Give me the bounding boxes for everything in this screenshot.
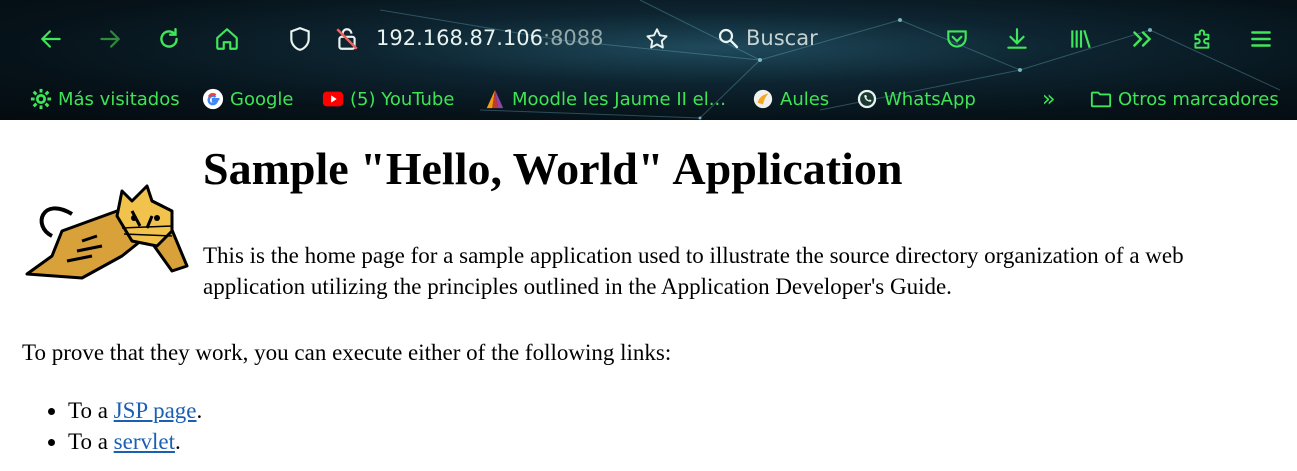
search-box[interactable]: Buscar <box>716 26 818 50</box>
bookmark-label: Google <box>230 88 294 110</box>
double-chevron-right-icon: » <box>1042 86 1056 112</box>
bookmark-google[interactable]: Google <box>202 86 293 112</box>
star-icon <box>646 28 668 49</box>
arrow-left-icon <box>40 30 61 48</box>
library-icon <box>1071 30 1091 48</box>
home-button[interactable] <box>210 22 244 56</box>
double-chevron-right-icon <box>1133 31 1152 47</box>
browser-chrome: 192.168.87.106:8088 Buscar Más visitados… <box>0 0 1297 120</box>
url-host: 192.168.87.106 <box>376 26 543 50</box>
site-security-button[interactable] <box>330 22 364 56</box>
bookmark-label: Otros marcadores <box>1118 88 1279 110</box>
forward-button[interactable] <box>93 22 127 56</box>
navigation-toolbar: 192.168.87.106:8088 Buscar <box>0 0 1297 78</box>
more-bookmarks-button[interactable]: » <box>1042 86 1055 112</box>
whatsapp-icon <box>856 88 878 110</box>
intro-paragraph: This is the home page for a sample appli… <box>203 243 1184 299</box>
link-suffix: . <box>196 398 203 423</box>
back-button[interactable] <box>34 22 68 56</box>
extensions-button[interactable] <box>1186 22 1220 56</box>
bookmark-label: WhatsApp <box>884 88 976 110</box>
bookmark-moodle[interactable]: Moodle Ies Jaume II el... <box>484 86 726 112</box>
search-icon <box>718 28 739 49</box>
bookmark-youtube[interactable]: (5) YouTube <box>322 86 454 112</box>
google-icon <box>202 88 224 110</box>
bookmark-aules[interactable]: Aules <box>752 86 829 112</box>
shield-icon <box>290 27 310 51</box>
arrow-right-icon <box>100 30 121 48</box>
bookmark-label: Aules <box>780 88 830 110</box>
address-bar-url[interactable]: 192.168.87.106:8088 <box>376 26 604 50</box>
tracking-protection-button[interactable] <box>283 22 317 56</box>
main-menu-button[interactable] <box>1244 22 1278 56</box>
pocket-button[interactable] <box>940 22 974 56</box>
puzzle-icon <box>1194 29 1210 49</box>
moodle-icon <box>484 88 506 110</box>
gear-icon <box>30 88 52 110</box>
link-suffix: . <box>174 429 181 454</box>
overflow-menu-button[interactable] <box>1125 22 1159 56</box>
servlet-link[interactable]: servlet <box>114 429 175 454</box>
aules-icon <box>752 88 774 110</box>
downloads-button[interactable] <box>1000 22 1034 56</box>
hamburger-menu-icon <box>1251 31 1271 47</box>
youtube-icon <box>322 88 344 110</box>
library-button[interactable] <box>1064 22 1098 56</box>
bookmark-whatsapp[interactable]: WhatsApp <box>856 86 976 112</box>
bookmark-label: Moodle Ies Jaume II el... <box>512 88 726 110</box>
url-port: :8088 <box>543 26 604 50</box>
link-prefix: To a <box>68 429 114 454</box>
download-icon <box>1007 28 1027 49</box>
folder-icon <box>1090 88 1112 110</box>
bookmark-star-button[interactable] <box>640 22 674 56</box>
bookmark-most-visited[interactable]: Más visitados <box>30 86 180 112</box>
reload-button[interactable] <box>152 22 186 56</box>
tomcat-logo-icon <box>25 184 189 280</box>
list-item: To a servlet. <box>68 426 202 457</box>
home-icon <box>216 28 238 50</box>
insecure-lock-icon <box>336 28 358 50</box>
jsp-page-link[interactable]: JSP page <box>114 398 197 423</box>
links-list: To a JSP page. To a servlet. <box>40 395 202 457</box>
prove-paragraph: To prove that they work, you can execute… <box>22 340 672 365</box>
other-bookmarks-folder[interactable]: Otros marcadores <box>1090 86 1279 112</box>
bookmark-label: (5) YouTube <box>350 88 455 110</box>
list-item: To a JSP page. <box>68 395 202 426</box>
page-title: Sample "Hello, World" Application <box>203 143 903 194</box>
search-placeholder: Buscar <box>746 26 818 50</box>
pocket-icon <box>947 30 967 48</box>
reload-icon <box>160 28 178 48</box>
bookmark-label: Más visitados <box>58 88 180 110</box>
link-prefix: To a <box>68 398 114 423</box>
page-content: Sample "Hello, World" Application This i… <box>0 120 1297 471</box>
